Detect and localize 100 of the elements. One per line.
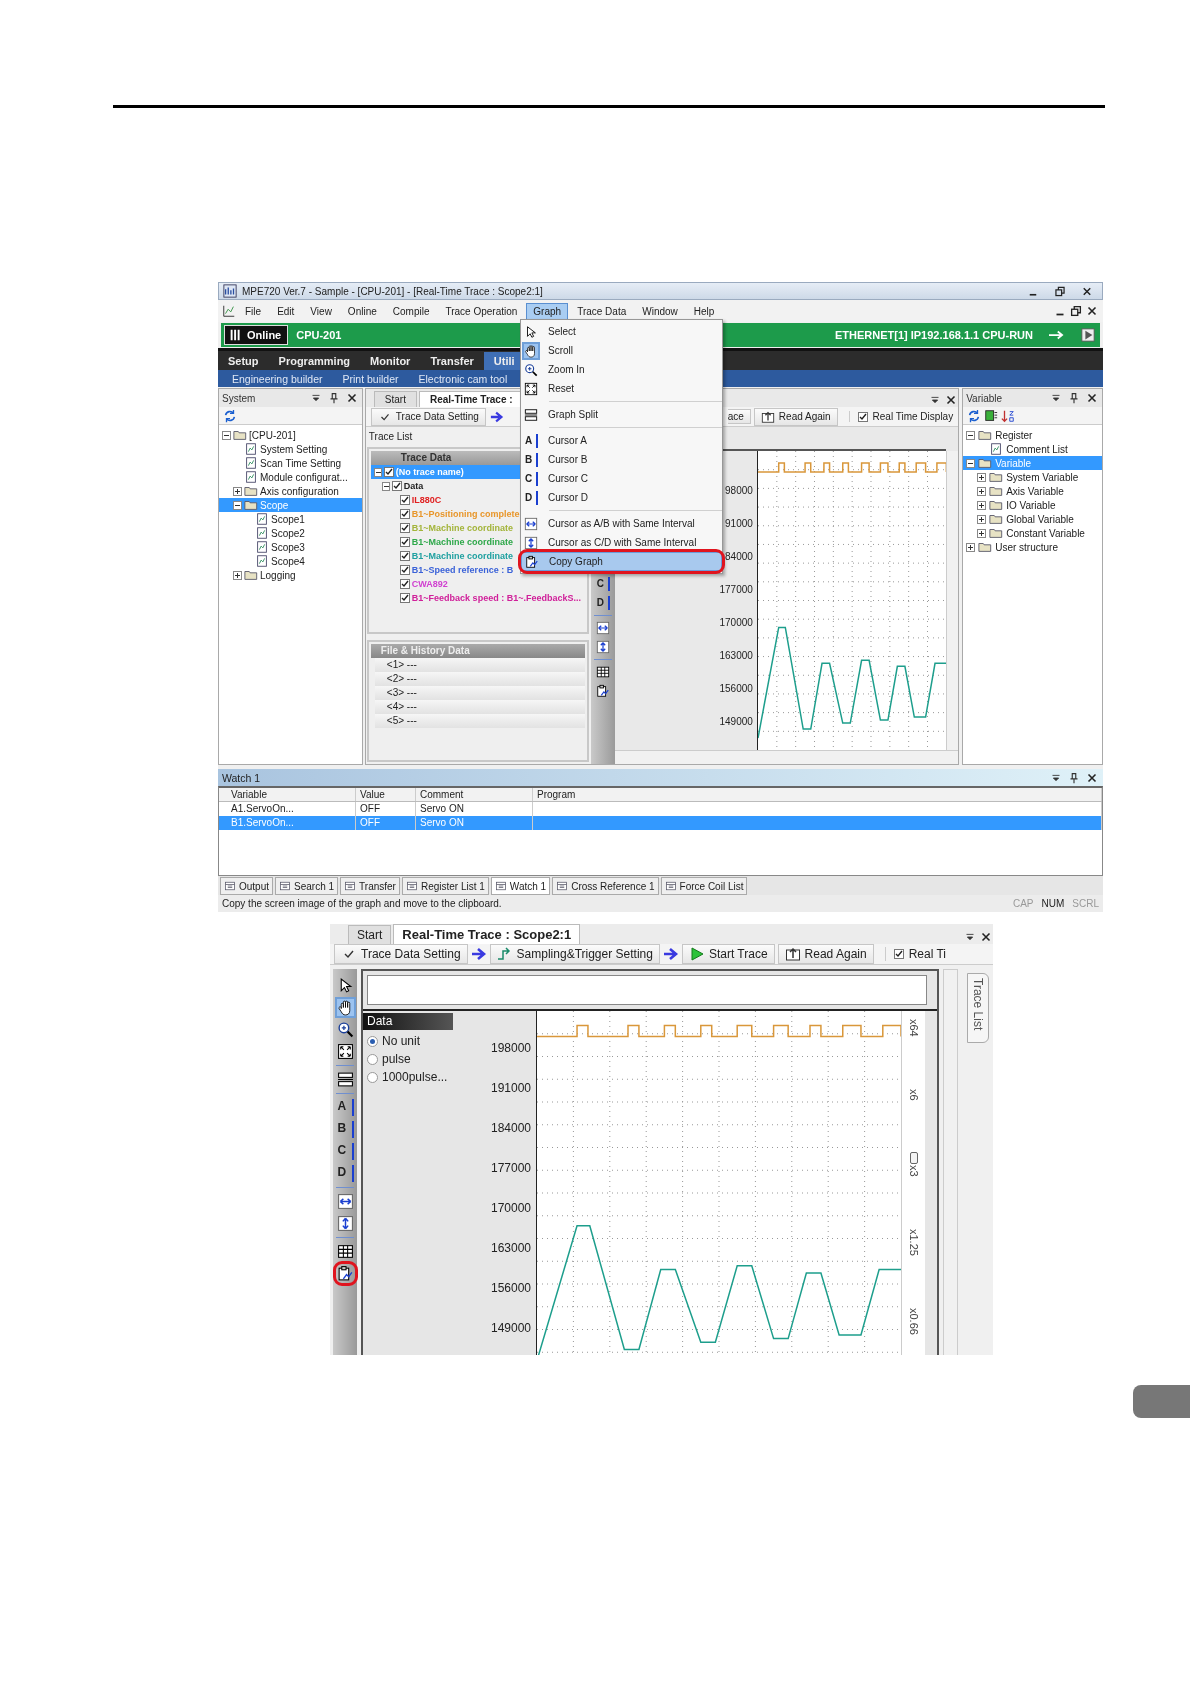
expand-toggle[interactable] — [233, 570, 242, 580]
ribbon-tab[interactable]: Programming — [268, 352, 361, 370]
document-tab[interactable]: Start — [348, 925, 392, 944]
slider-handle[interactable] — [909, 1152, 918, 1165]
tree-item[interactable]: Scan Time Setting — [219, 456, 362, 470]
split-icon[interactable] — [336, 1071, 354, 1088]
menu-item[interactable]: Window — [635, 302, 685, 320]
tree-item[interactable]: Scope4 — [219, 554, 362, 568]
ribbon-tab[interactable]: Transfer — [420, 352, 484, 370]
toolbar-button[interactable]: Sampling&Trigger Setting — [489, 944, 660, 964]
menu-item[interactable]: Trace Operation — [438, 302, 525, 320]
tree-item[interactable]: Register — [963, 428, 1102, 442]
toolbar-button[interactable]: Trace Data Setting — [334, 944, 468, 964]
panel-tab[interactable]: Search 1 — [275, 877, 339, 895]
checkbox[interactable] — [399, 579, 410, 589]
menu-item[interactable]: Compile — [385, 302, 437, 320]
checkbox[interactable] — [399, 565, 410, 575]
menu-item[interactable]: Graph — [526, 302, 569, 320]
toolbar-button[interactable]: Read Again — [777, 944, 874, 964]
menu-item[interactable]: Online — [340, 302, 384, 320]
toolbar-button[interactable]: Trace Data Setting — [370, 407, 486, 426]
tree-item[interactable]: System Setting — [219, 442, 362, 456]
close-icon[interactable] — [1085, 304, 1099, 318]
expand-toggle[interactable] — [966, 458, 976, 468]
checkbox[interactable] — [399, 551, 410, 561]
tree-item[interactable]: Constant Variable — [963, 526, 1102, 540]
expand-toggle[interactable] — [977, 528, 987, 538]
horizontal-scrollbar[interactable] — [614, 750, 959, 764]
table-icon[interactable] — [336, 1243, 354, 1260]
tree-item[interactable]: Scope3 — [219, 540, 362, 554]
menu-item[interactable]: File — [238, 302, 269, 320]
toolbar-button[interactable]: Start Trace — [681, 944, 775, 964]
expand-toggle[interactable] — [233, 486, 242, 496]
document-tab[interactable]: Start — [373, 391, 417, 407]
checkbox[interactable] — [383, 467, 394, 477]
menu-item[interactable]: Cursor as C/D with Same Interval — [521, 533, 722, 552]
menu-item[interactable]: Edit — [270, 302, 302, 320]
expand-toggle[interactable] — [977, 514, 987, 524]
tree-item[interactable]: [CPU-201] — [219, 428, 362, 442]
tree-item[interactable]: User structure — [963, 540, 1102, 554]
menu-item[interactable]: A Cursor A — [521, 431, 722, 450]
menu-item[interactable]: Trace Data — [570, 302, 634, 320]
clipboard-chart-icon[interactable] — [595, 684, 610, 698]
expand-toggle[interactable] — [966, 542, 976, 552]
panel-tab[interactable]: Transfer — [340, 877, 400, 895]
radio-button[interactable] — [367, 1071, 378, 1083]
expand-toggle[interactable] — [977, 472, 987, 482]
close-icon[interactable] — [1085, 391, 1099, 405]
menu-item[interactable]: Graph Split — [521, 405, 722, 424]
module-icon[interactable] — [984, 408, 999, 423]
tree-item[interactable]: Logging — [219, 568, 362, 582]
tree-item[interactable]: IO Variable — [963, 498, 1102, 512]
chart-icon[interactable] — [222, 304, 236, 318]
panel-tab[interactable]: Force Coil List — [660, 877, 748, 895]
checkbox[interactable] — [399, 495, 410, 505]
checkbox[interactable] — [399, 537, 410, 547]
column-header[interactable]: Program — [533, 788, 1102, 801]
play-button-icon[interactable] — [1079, 328, 1097, 342]
menu-item[interactable]: View — [303, 302, 339, 320]
menu-item[interactable]: D Cursor D — [521, 488, 722, 507]
tree-item[interactable]: Global Variable — [963, 512, 1102, 526]
close-icon[interactable] — [979, 930, 993, 944]
history-row[interactable]: <5> --- — [374, 714, 585, 728]
ribbon-button[interactable]: Electronic cam tool — [418, 372, 508, 385]
vertical-scrollbar[interactable] — [946, 451, 959, 750]
checkbox[interactable] — [399, 509, 410, 519]
panel-tab[interactable]: Register List 1 — [401, 877, 489, 895]
panel-tab[interactable]: Watch 1 — [490, 877, 551, 895]
panel-tab[interactable]: Cross Reference 1 — [552, 877, 659, 895]
toolbar-button[interactable]: Read Again — [753, 407, 838, 426]
column-header[interactable]: Comment — [416, 788, 533, 801]
hand-icon[interactable] — [336, 999, 354, 1016]
checkbox[interactable] — [893, 949, 904, 959]
tree-item[interactable]: Scope1 — [219, 512, 362, 526]
tree-item[interactable]: CWA892 — [370, 577, 585, 591]
history-row[interactable]: <2> --- — [374, 672, 585, 686]
tree-item[interactable]: System Variable — [963, 470, 1102, 484]
restore-icon[interactable] — [1069, 304, 1083, 318]
tree-item[interactable]: Axis Variable — [963, 484, 1102, 498]
menu-item[interactable]: Reset — [521, 379, 722, 398]
checkbox[interactable] — [391, 481, 402, 491]
expand-toggle[interactable] — [373, 467, 382, 477]
fit-icon[interactable] — [336, 1043, 354, 1060]
history-row[interactable]: <4> --- — [374, 700, 585, 714]
expand-toggle[interactable] — [233, 500, 242, 510]
menu-item[interactable]: Cursor as A/B with Same Interval — [521, 514, 722, 533]
refresh-icon[interactable] — [967, 408, 982, 423]
expand-toggle[interactable] — [381, 481, 390, 491]
expand-toggle[interactable] — [977, 500, 987, 510]
tree-item[interactable]: B1~Feedback speed : B1~.FeedbackS... — [370, 591, 585, 605]
checkbox[interactable] — [399, 593, 410, 603]
tree-item[interactable]: Scope2 — [219, 526, 362, 540]
panel-tab[interactable]: Output — [220, 877, 274, 895]
ribbon-button[interactable]: Engineering builder — [232, 372, 323, 385]
vertical-scrollbar[interactable] — [943, 969, 958, 1355]
column-header[interactable]: Value — [356, 788, 416, 801]
tree-item[interactable]: Module configurat... — [219, 470, 362, 484]
ribbon-button[interactable]: Print builder — [342, 372, 399, 385]
sort-icon[interactable] — [1001, 408, 1016, 423]
tree-item[interactable]: Axis configuration — [219, 484, 362, 498]
